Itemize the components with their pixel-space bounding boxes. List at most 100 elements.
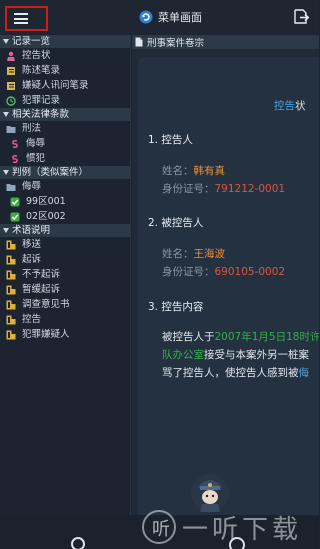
sidebar-item-complaint[interactable]: 控告状 [0,48,130,63]
watermark-logo-char: 听 [152,519,170,540]
sidebar-item-term-investigation[interactable]: 调查意见书 [0,297,130,312]
content-line-2: 队办公室接受与本案外另一桩案 [162,347,309,362]
sidebar-item-label: 犯罪记录 [22,95,61,106]
refresh-icon [139,10,153,24]
sidebar-item-label: 刑法 [22,123,42,134]
term-icon [6,240,16,249]
accused-id: 690105-0002 [214,266,286,278]
sidebar-item-label: 99区001 [26,196,66,207]
sidebar-item-label: 控告 [22,314,42,325]
section-heading-complainant: 1. 控告人 [148,134,193,146]
notebook-icon [7,66,15,75]
watermark-logo-icon: 听 [142,510,176,544]
sidebar-item-label: 02区002 [26,211,66,222]
complainant-name: 韩有真 [193,165,226,177]
section-header-terms[interactable]: 术语说明 [0,224,130,237]
page-title: 菜单画面 [158,11,202,24]
sidebar-item-insult-folder[interactable]: 侮辱 [0,179,130,194]
name-label: 姓名： [162,248,194,260]
content-line-1: 被控告人于2007年1月5日18时许 [162,329,319,344]
section-title: 判例（类似案件） [12,167,89,178]
sidebar-item-case-02[interactable]: 02区002 [0,209,130,224]
section-heading-accused: 2. 被控告人 [148,217,204,229]
law-icon [12,139,18,148]
sidebar-item-term-suspect[interactable]: 犯罪嫌疑人 [0,327,130,342]
home-icon[interactable] [71,537,85,549]
sidebar-item-term-transfer[interactable]: 移送 [0,237,130,252]
sidebar-item-label: 犯罪嫌疑人 [22,329,70,340]
id-label: 身份证号： [162,266,215,278]
sidebar-item-label: 惯犯 [26,153,46,164]
sidebar-item-label: 调查意见书 [22,299,70,310]
folder-icon [6,125,16,133]
name-label: 姓名： [162,165,194,177]
hamburger-icon [14,13,28,24]
term-icon [6,285,16,294]
complainant-name-row: 姓名：韩有真 [162,163,225,178]
accused-id-row: 身份证号：690105-0002 [162,264,285,279]
collapse-triangle-icon [3,39,9,44]
term-icon [6,315,16,324]
section-header-laws[interactable]: 相关法律条款 [0,108,130,121]
sidebar-item-label: 起诉 [22,254,42,265]
document-page[interactable]: 控告状 1. 控告人 姓名：韩有真 身份证号：791212-0001 2. 被控… [138,57,319,515]
watermark-text: 一听下载 [182,514,303,545]
tab-case-file[interactable]: 刑事案件卷宗 [132,35,319,49]
document-icon [135,37,143,47]
content-datetime: 2007年1月5日18时许 [214,331,320,343]
content-link[interactable]: 侮 [299,367,310,379]
sidebar-item-term-prosecute[interactable]: 起诉 [0,252,130,267]
content-text: 被控告人于 [162,331,215,343]
person-icon [7,51,15,61]
sidebar-item-insult-law[interactable]: 侮辱 [0,136,130,151]
section-header-precedents[interactable]: 判例（类似案件） [0,166,130,179]
section-header-records[interactable]: 记录一览 [0,35,130,48]
id-label: 身份证号： [162,183,215,195]
history-icon [6,95,16,106]
content-line-3: 骂了控告人，使控告人感到被侮 [162,365,309,380]
export-icon[interactable] [293,9,309,24]
term-icon [6,330,16,339]
sidebar-item-label: 陈述笔录 [22,65,61,76]
sidebar-item-term-no-prosecute[interactable]: 不予起诉 [0,267,130,282]
top-bar: 菜单画面 [0,0,319,34]
tab-label: 刑事案件卷宗 [147,38,205,49]
check-icon [10,212,20,221]
sidebar-item-label: 控告状 [22,50,51,61]
document-title-link[interactable]: 控告 [274,100,295,112]
document-title: 控告状 [274,98,306,113]
sidebar-item-term-complaint[interactable]: 控告 [0,312,130,327]
sidebar-item-label: 侮辱 [22,181,42,192]
document-area: 控告状 1. 控告人 姓名：韩有真 身份证号：791212-0001 2. 被控… [132,49,319,515]
sidebar-item-case-99[interactable]: 99区001 [0,194,130,209]
accused-name: 王海波 [193,248,226,260]
term-icon [6,270,16,279]
section-heading-content: 3. 控告内容 [148,301,204,313]
section-title: 相关法律条款 [12,109,70,120]
watermark: 听 一听下载 [142,505,319,549]
sidebar-item-habitual-law[interactable]: 惯犯 [0,151,130,166]
sidebar-item-label: 侮辱 [26,138,46,149]
sidebar-item-term-deferred[interactable]: 暂缓起诉 [0,282,130,297]
menu-button[interactable] [5,6,48,31]
collapse-triangle-icon [3,170,9,175]
section-title: 术语说明 [12,225,51,236]
law-icon [12,154,18,163]
accused-name-row: 姓名：王海波 [162,246,225,261]
sidebar-item-label: 移送 [22,239,42,250]
content-text: 骂了控告人，使控告人感到被 [162,367,299,379]
folder-icon [6,183,16,191]
sidebar-item-criminal-record[interactable]: 犯罪记录 [0,93,130,108]
sidebar: 记录一览 控告状 陈述笔录 嫌疑人讯问笔录 犯罪记录 相关法律条款 刑法 侮辱 … [0,35,131,515]
collapse-triangle-icon [3,112,9,117]
sidebar-item-label: 暂缓起诉 [22,284,61,295]
section-title: 记录一览 [12,36,51,47]
content-text: 接受与本案外另一桩案 [204,349,309,361]
sidebar-item-criminal-law[interactable]: 刑法 [0,121,130,136]
sidebar-item-statement[interactable]: 陈述笔录 [0,63,130,78]
check-icon [10,197,20,206]
sidebar-item-label: 嫌疑人讯问笔录 [22,80,89,91]
content-location: 队办公室 [162,349,204,361]
sidebar-item-interrogation[interactable]: 嫌疑人讯问笔录 [0,78,130,93]
complainant-id: 791212-0001 [214,183,286,195]
